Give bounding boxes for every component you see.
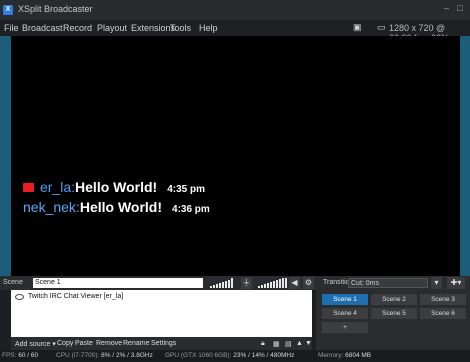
minimize-button[interactable]: – [444,3,449,13]
menu-bar: File Broadcast Record Playout Extensions… [0,20,470,43]
scenes-panel: Scene 1 Scene 2 Scene 3 Scene 4 Scene 5 … [316,290,470,350]
gpu-status: GPU (GTX 1060 6GB): 23% / 14% / 480MHz [165,352,295,359]
remove-button[interactable]: Remove [96,340,122,347]
chat-message: Hello World! [79,199,163,215]
add-source-button[interactable]: Add source ▾ [15,340,56,348]
chevron-down-icon[interactable]: ▾ [431,277,442,289]
scene-name-input[interactable]: Scene 1 [33,278,203,288]
move-up-icon[interactable]: ▲ [296,340,303,347]
chat-line: nek_nek: Hello World! 4:36 pm [23,199,210,219]
menu-extensions[interactable]: Extensions [131,23,175,33]
sources-toolbar: Add source ▾ Copy Paste Remove Rename Se… [11,337,312,350]
settings-gear-icon[interactable]: ⚙ [303,277,314,289]
chat-message: Hello World! [75,179,158,195]
fps-status: FPS: 60 / 60 [2,352,39,359]
window-title: XSplit Broadcaster [18,4,93,14]
move-down-icon[interactable]: ▼ [305,340,312,347]
menu-tools[interactable]: Tools [170,23,191,33]
scene-3-button[interactable]: Scene 3 [420,294,466,305]
scene-label: Scene [3,279,23,286]
preview-stage[interactable] [11,36,460,276]
scene-2-button[interactable]: Scene 2 [371,294,417,305]
left-border [0,36,11,276]
microphone-icon[interactable]: ⏚ [241,277,252,289]
layout-toggle-icon[interactable]: ▣ [353,22,362,33]
menu-playout[interactable]: Playout [97,23,127,33]
add-scene-button[interactable]: + [322,322,368,333]
paste-button[interactable]: Paste [75,340,93,347]
pin-icon[interactable]: ✚▾ [447,277,465,289]
grid-icon[interactable]: ▦ [273,340,280,348]
chat-line: er_la: Hello World! 4:35 pm [23,179,210,199]
copy-button[interactable]: Copy [57,340,73,347]
scene-4-button[interactable]: Scene 4 [322,308,368,319]
scene-bar: Scene Scene 1 ⏚ ◀ ⚙ Transition Cut: 0ms … [0,276,470,290]
memory-status: Memory: 6804 MB [318,352,372,359]
camera-icon [23,183,34,192]
menu-record[interactable]: Record [63,23,92,33]
chat-time: 4:36 pm [172,204,210,215]
menu-file[interactable]: File [4,23,19,33]
volume-meter-icon [210,278,233,288]
lock-icon[interactable]: 🔒︎ [261,340,265,348]
transition-select[interactable]: Cut: 0ms [348,278,428,288]
rename-button[interactable]: Rename [123,340,149,347]
monitor-icon: ▭ [377,22,386,32]
sources-list[interactable]: Twitch IRC Chat Viewer [er_la] [11,290,312,337]
source-name: Twitch IRC Chat Viewer [er_la] [28,293,124,300]
right-border [460,36,470,276]
chat-time: 4:35 pm [167,184,206,195]
eye-icon[interactable] [15,293,24,300]
list-item[interactable]: Twitch IRC Chat Viewer [er_la] [15,293,123,300]
layer-icon[interactable]: ▤ [285,340,292,348]
chat-username: er_la: [40,179,76,195]
scene-1-button[interactable]: Scene 1 [322,294,368,305]
volume-meter-icon [258,278,287,288]
scene-6-button[interactable]: Scene 6 [420,308,466,319]
status-bar: FPS: 60 / 60 CPU (i7-7700): 8% / 2% / 3.… [0,350,470,362]
app-logo-icon: X [3,5,13,15]
cpu-status: CPU (i7-7700): 8% / 2% / 3.8GHz [56,352,153,359]
title-bar: X XSplit Broadcaster – □ [0,0,470,20]
scene-5-button[interactable]: Scene 5 [371,308,417,319]
chat-username: nek_nek: [23,199,80,215]
menu-help[interactable]: Help [199,23,218,33]
chat-overlay: er_la: Hello World! 4:35 pm nek_nek: Hel… [23,179,210,219]
menu-broadcast[interactable]: Broadcast [22,23,63,33]
settings-button[interactable]: Settings [151,340,176,347]
maximize-button[interactable]: □ [457,3,462,13]
speaker-icon[interactable]: ◀ [289,277,300,289]
